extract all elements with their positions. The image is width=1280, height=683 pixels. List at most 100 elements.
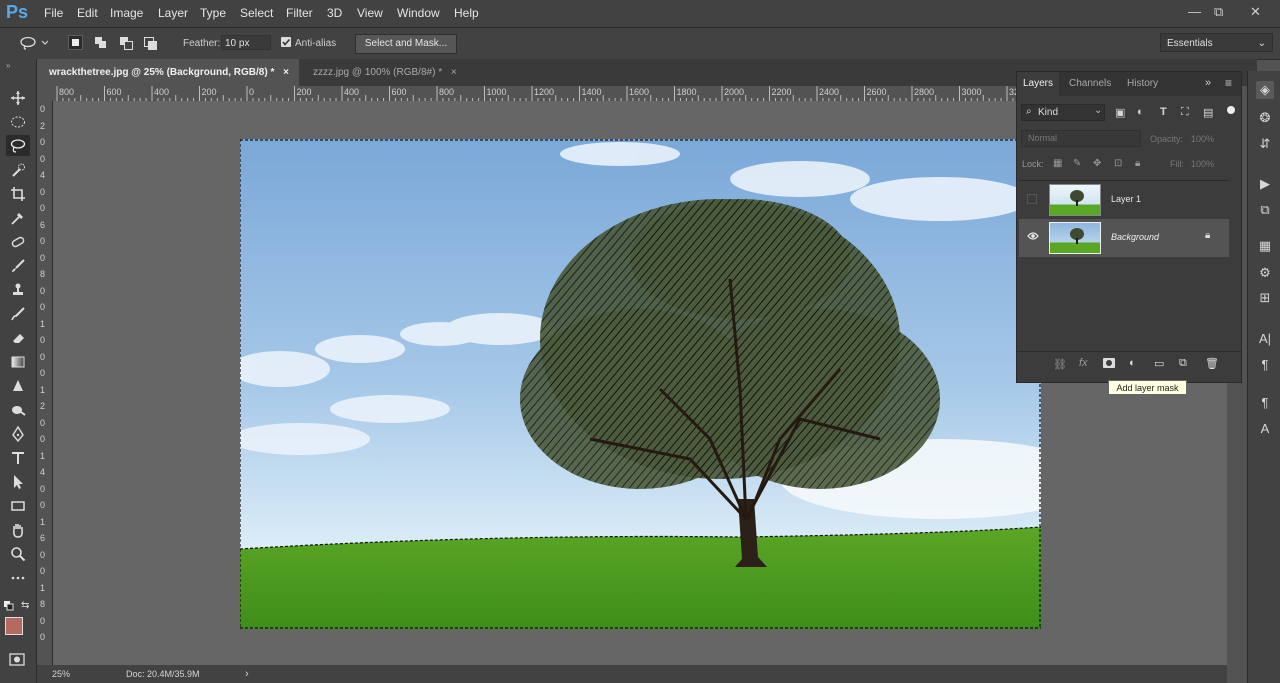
character-styles-dock-icon[interactable]: A [1256, 419, 1274, 437]
properties-dock-icon[interactable]: ⧉ [1256, 201, 1274, 219]
clone-stamp-tool-icon[interactable] [6, 279, 30, 300]
subtract-selection-icon[interactable] [118, 35, 133, 50]
feather-input[interactable]: 10 px [221, 35, 271, 50]
collapse-icon[interactable]: » [6, 61, 10, 70]
fx-icon[interactable]: fx [1079, 357, 1088, 369]
folder-icon[interactable]: ▭ [1154, 357, 1164, 370]
brush-tool-icon[interactable] [6, 255, 30, 276]
tab-channels[interactable]: Channels [1069, 72, 1111, 96]
menu-view[interactable]: View [357, 6, 383, 20]
kind-filter-select[interactable]: ⌕ Kind ⌄ [1021, 104, 1105, 121]
quick-selection-tool-icon[interactable] [6, 159, 30, 180]
antialias-checkbox[interactable] [281, 37, 291, 47]
filter-adjustment-icon[interactable]: ◐ [1137, 106, 1144, 118]
type-tool-icon[interactable] [6, 447, 30, 468]
adjustment-layer-icon[interactable]: ◐ [1129, 357, 1136, 369]
paragraph-styles-dock-icon[interactable]: ¶ [1256, 393, 1274, 411]
hand-tool-icon[interactable] [6, 519, 30, 540]
more-tools-icon[interactable] [6, 567, 30, 588]
menu-3d[interactable]: 3D [327, 6, 342, 20]
panel-menu-icon[interactable]: ≡ [1225, 76, 1232, 90]
lock-transparent-icon[interactable]: ▦ [1053, 158, 1062, 169]
lock-artboard-icon[interactable]: ⊡ [1114, 158, 1122, 169]
layer-name[interactable]: Layer 1 [1111, 194, 1141, 204]
menu-edit[interactable]: Edit [77, 6, 98, 20]
status-menu-arrow-icon[interactable]: › [245, 665, 249, 683]
crop-tool-icon[interactable] [6, 183, 30, 204]
swatches-dock-icon[interactable]: ▦ [1256, 237, 1274, 255]
menu-type[interactable]: Type [200, 6, 226, 20]
path-selection-tool-icon[interactable] [6, 471, 30, 492]
layer-name[interactable]: Background [1111, 232, 1159, 242]
panel-expand-icon[interactable]: » [1205, 77, 1211, 89]
trash-icon[interactable]: 🗑︎ [1205, 357, 1219, 370]
eyedropper-tool-icon[interactable] [6, 207, 30, 228]
intersect-selection-icon[interactable] [142, 35, 157, 50]
document-tab[interactable]: zzzz.jpg @ 100% (RGB/8#) * × [301, 59, 471, 86]
menu-window[interactable]: Window [397, 6, 440, 20]
filter-toggle-icon[interactable] [1227, 106, 1235, 114]
libraries-dock-icon[interactable]: ⊞ [1256, 289, 1274, 307]
pen-tool-icon[interactable] [6, 423, 30, 444]
restore-button[interactable]: ⧉ [1214, 4, 1223, 20]
lasso-tool-icon[interactable] [6, 135, 30, 156]
lock-position-icon[interactable]: ✥ [1093, 158, 1101, 169]
filter-type-icon[interactable]: T [1160, 106, 1167, 118]
filter-smart-object-icon[interactable]: ▤ [1203, 106, 1213, 119]
paragraph-dock-icon[interactable]: ¶ [1256, 355, 1274, 373]
tab-close-icon[interactable]: × [283, 67, 289, 78]
menu-filter[interactable]: Filter [286, 6, 313, 20]
blur-tool-icon[interactable] [6, 375, 30, 396]
link-layers-icon[interactable]: ⛓︎ [1053, 358, 1067, 371]
minimize-button[interactable]: — [1188, 4, 1201, 19]
menu-layer[interactable]: Layer [158, 6, 188, 20]
play-action-icon[interactable]: ▶ [1256, 175, 1274, 193]
eraser-tool-icon[interactable] [6, 327, 30, 348]
history-brush-tool-icon[interactable] [6, 303, 30, 324]
filter-pixel-icon[interactable]: ▣ [1115, 106, 1125, 119]
blend-mode-select[interactable]: Normal [1021, 130, 1141, 147]
layer-row-selected[interactable]: Background 🔒︎ [1019, 219, 1229, 257]
document-tab-active[interactable]: wrackthetree.jpg @ 25% (Background, RGB/… [37, 59, 299, 86]
lock-image-icon[interactable]: ✎ [1073, 158, 1081, 169]
eye-icon[interactable] [1027, 231, 1039, 244]
styles-dock-icon[interactable]: ⚙ [1256, 264, 1274, 282]
lasso-preset-icon[interactable] [20, 36, 49, 53]
healing-brush-tool-icon[interactable] [6, 231, 30, 252]
dodge-tool-icon[interactable] [6, 399, 30, 420]
zoom-tool-icon[interactable] [6, 543, 30, 564]
quick-mask-icon[interactable] [9, 653, 25, 669]
select-and-mask-button[interactable]: Select and Mask... [355, 34, 457, 54]
new-selection-icon[interactable] [68, 35, 83, 50]
tab-close-icon[interactable]: × [451, 67, 457, 78]
color-dock-icon[interactable]: ❂ [1256, 109, 1274, 127]
tab-history[interactable]: History [1127, 72, 1158, 96]
add-selection-icon[interactable] [93, 35, 108, 50]
layers-dock-icon[interactable]: ◈ [1256, 81, 1274, 99]
menu-select[interactable]: Select [240, 6, 273, 20]
character-dock-icon[interactable]: A| [1256, 329, 1274, 347]
adjustments-dock-icon[interactable]: ⇵ [1256, 135, 1274, 153]
gradient-tool-icon[interactable] [6, 351, 30, 372]
menu-image[interactable]: Image [110, 6, 143, 20]
close-window-button[interactable]: ✕ [1250, 4, 1261, 20]
zoom-level[interactable]: 25% [52, 665, 70, 683]
visibility-toggle-empty[interactable] [1027, 194, 1037, 204]
foreground-color-swatch[interactable] [5, 617, 23, 635]
document-image[interactable] [230, 139, 1100, 629]
menu-file[interactable]: File [44, 6, 63, 20]
layer-row[interactable]: Layer 1 [1019, 180, 1229, 219]
move-tool-icon[interactable] [6, 87, 30, 108]
menu-help[interactable]: Help [454, 6, 479, 20]
default-colors-icon[interactable] [4, 601, 14, 614]
workspace-select[interactable]: Essentials ⌄ [1160, 33, 1273, 52]
fill-value[interactable]: 100% [1191, 159, 1214, 169]
add-layer-mask-icon[interactable] [1103, 358, 1115, 368]
filter-shape-icon[interactable]: ⛶ [1181, 106, 1189, 119]
opacity-value[interactable]: 100% [1191, 134, 1214, 144]
marquee-tool-icon[interactable] [6, 111, 30, 132]
new-layer-icon[interactable]: ⧉ [1179, 357, 1187, 370]
tab-layers[interactable]: Layers [1017, 72, 1059, 96]
lock-all-icon[interactable]: 🔒︎ [1135, 158, 1140, 169]
swap-colors-icon[interactable]: ⇆ [21, 600, 29, 611]
